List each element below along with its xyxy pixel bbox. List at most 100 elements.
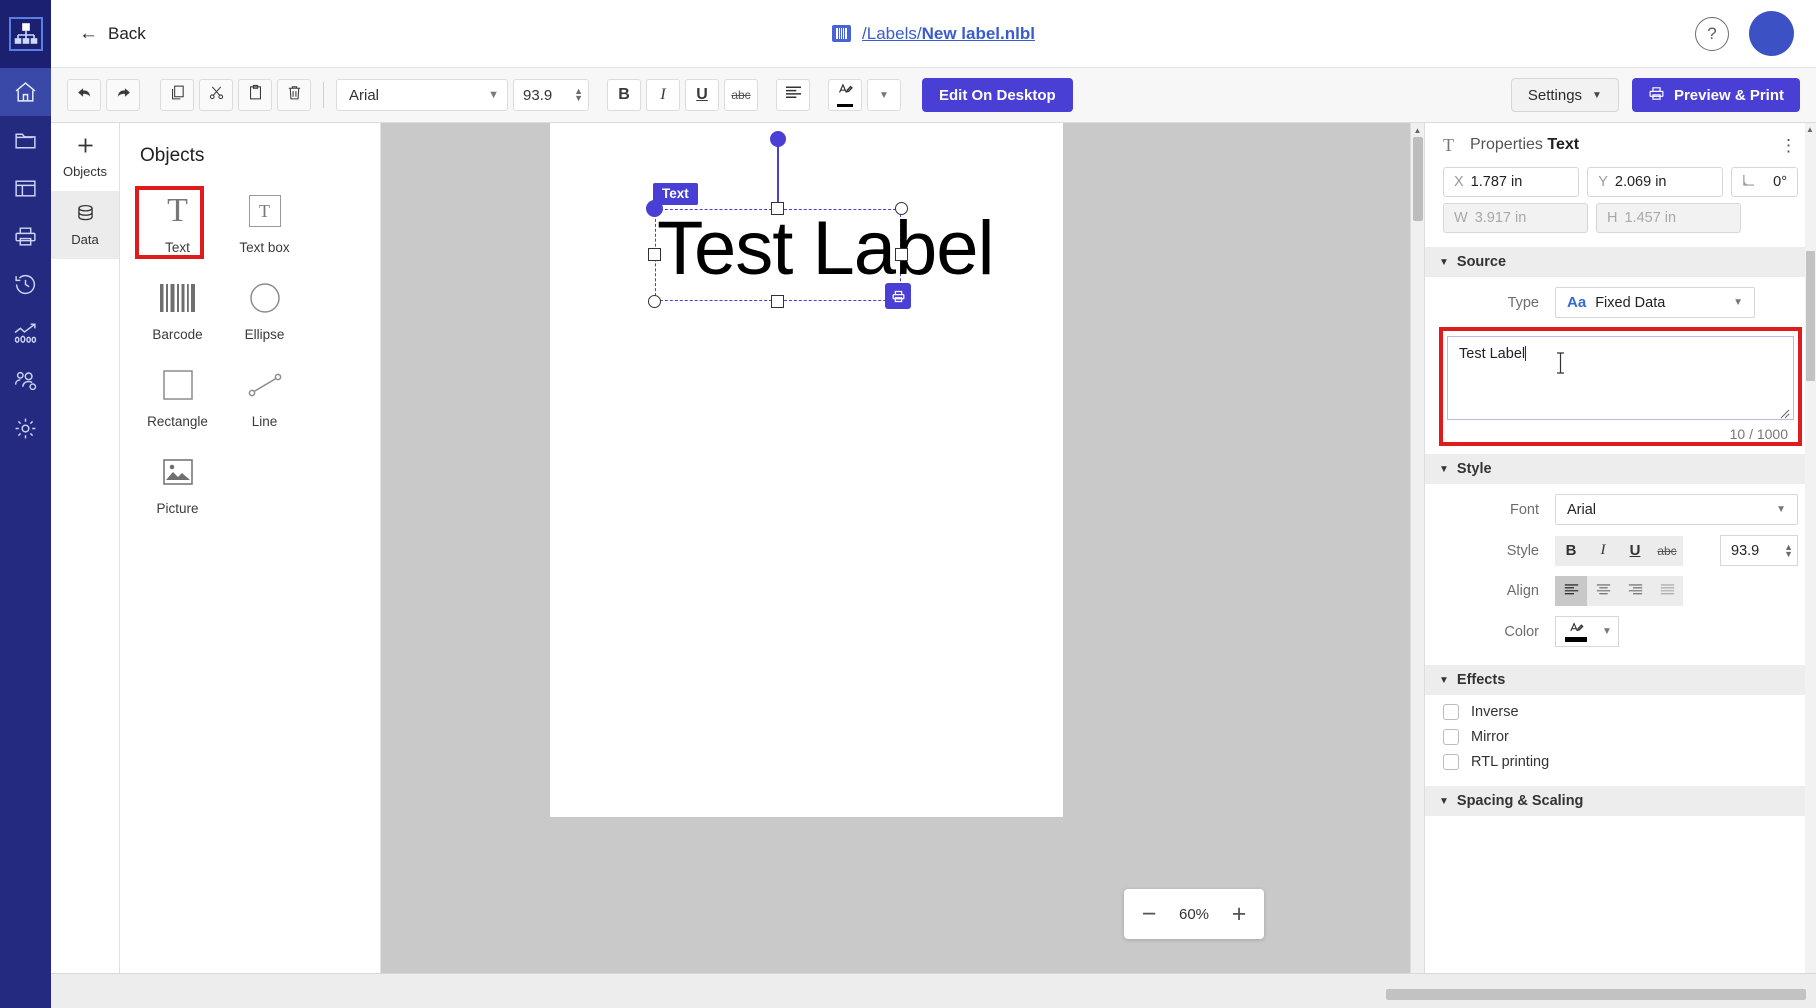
scrollbar-thumb[interactable] [1413, 137, 1423, 221]
align-center-button[interactable] [1587, 576, 1619, 606]
align-button[interactable] [776, 79, 810, 111]
x-position-field[interactable]: X 1.787 in [1443, 167, 1579, 197]
rtl-printing-checkbox[interactable] [1443, 754, 1459, 770]
text-color-dropdown[interactable]: ▼ [867, 79, 901, 111]
canvas-vertical-scrollbar[interactable]: ▲ [1410, 123, 1424, 973]
font-size-input[interactable]: 93.9 ▲ ▼ [1720, 535, 1798, 566]
strikethrough-button[interactable]: abc [724, 79, 758, 111]
font-family-select[interactable]: Arial ▼ [336, 79, 508, 111]
resize-handle-top[interactable] [771, 202, 784, 215]
resize-handle-top-right[interactable] [895, 202, 908, 215]
object-item-ellipse[interactable]: Ellipse [221, 276, 308, 342]
resize-handle-left[interactable] [648, 248, 661, 261]
strikethrough-toggle[interactable]: abc [1651, 536, 1683, 566]
scroll-up-icon[interactable]: ▲ [1411, 123, 1424, 137]
effect-mirror-row[interactable]: Mirror [1425, 720, 1816, 745]
sidebar-item-documents[interactable] [0, 116, 51, 164]
effect-inverse-row[interactable]: Inverse [1425, 695, 1816, 720]
object-item-picture[interactable]: Picture [134, 450, 221, 516]
inverse-checkbox[interactable] [1443, 704, 1459, 720]
font-size-stepper[interactable]: ▲ ▼ [1784, 544, 1793, 558]
label-canvas[interactable]: Test Label Text [381, 123, 1424, 973]
spacing-section-header[interactable]: ▼ Spacing & Scaling [1425, 786, 1816, 816]
copy-button[interactable] [160, 79, 194, 111]
object-item-line[interactable]: Line [221, 363, 308, 429]
zoom-out-button[interactable]: − [1132, 897, 1166, 931]
delete-button[interactable] [277, 79, 311, 111]
mirror-checkbox[interactable] [1443, 729, 1459, 745]
properties-scrollbar[interactable]: ▲ [1805, 123, 1816, 973]
resize-grip-icon[interactable] [1780, 407, 1790, 417]
sidebar-item-settings[interactable] [0, 404, 51, 452]
italic-button[interactable]: I [646, 79, 680, 111]
rotation-handle[interactable] [770, 131, 786, 147]
bold-toggle[interactable]: B [1555, 536, 1587, 566]
undo-button[interactable] [67, 79, 101, 111]
resize-handle-bottom[interactable] [771, 295, 784, 308]
rotation-field[interactable]: 0° [1731, 167, 1798, 197]
app-logo[interactable] [0, 0, 51, 68]
font-size-input[interactable]: 93.9 ▲ ▼ [513, 79, 589, 111]
back-button[interactable]: ← Back [73, 20, 152, 48]
sidebar-item-analytics[interactable] [0, 308, 51, 356]
document-path-link[interactable]: /Labels/New label.nlbl [862, 24, 1035, 44]
horizontal-scrollbar[interactable] [1386, 989, 1806, 1000]
sidebar-item-users[interactable] [0, 356, 51, 404]
avatar[interactable] [1749, 11, 1794, 56]
underline-button[interactable]: U [685, 79, 719, 111]
sidebar-item-history[interactable] [0, 260, 51, 308]
object-item-text-box-label: Text box [239, 240, 289, 255]
bold-button[interactable]: B [607, 79, 641, 111]
resize-handle-right[interactable] [895, 248, 908, 261]
serif-t-icon: T [156, 189, 200, 233]
sidebar-item-templates[interactable] [0, 164, 51, 212]
object-item-rectangle[interactable]: Rectangle [134, 363, 221, 429]
redo-button[interactable] [106, 79, 140, 111]
font-family-select[interactable]: Arial ▼ [1555, 494, 1798, 525]
anchor-point[interactable] [646, 200, 663, 217]
source-text-input[interactable]: Test Label [1447, 336, 1794, 420]
source-section-header[interactable]: ▼ Source [1425, 247, 1816, 277]
zoom-in-button[interactable]: + [1222, 897, 1256, 931]
scroll-up-icon[interactable]: ▲ [1806, 125, 1814, 134]
sidebar-item-home[interactable] [0, 68, 51, 116]
more-vertical-icon[interactable]: ⋮ [1780, 143, 1798, 148]
text-color-button[interactable] [828, 79, 862, 111]
scrollbar-thumb[interactable] [1806, 251, 1815, 381]
sidebar-item-print[interactable] [0, 212, 51, 260]
line-icon [243, 363, 287, 407]
cut-button[interactable] [199, 79, 233, 111]
arrow-left-icon: ← [79, 24, 98, 43]
print-object-badge[interactable] [885, 283, 911, 309]
database-icon [75, 203, 96, 227]
settings-button[interactable]: Settings ▼ [1511, 78, 1619, 112]
align-right-button[interactable] [1619, 576, 1651, 606]
style-section-header[interactable]: ▼ Style [1425, 454, 1816, 484]
italic-toggle[interactable]: I [1587, 536, 1619, 566]
label-paper[interactable]: Test Label Text [550, 123, 1063, 817]
object-item-barcode[interactable]: Barcode [134, 276, 221, 342]
help-button[interactable]: ? [1695, 17, 1729, 51]
source-type-select[interactable]: Aa Fixed Data ▼ [1555, 287, 1755, 318]
underline-toggle[interactable]: U [1619, 536, 1651, 566]
chevron-down-icon: ▼ [879, 90, 889, 101]
spacing-section-label: Spacing & Scaling [1457, 793, 1584, 809]
font-size-stepper[interactable]: ▲ ▼ [574, 88, 583, 102]
effect-rtl-row[interactable]: RTL printing [1425, 745, 1816, 770]
preview-print-button[interactable]: Preview & Print [1632, 78, 1800, 112]
align-justify-button[interactable] [1651, 576, 1683, 606]
edit-on-desktop-button[interactable]: Edit On Desktop [922, 78, 1073, 112]
align-left-button[interactable] [1555, 576, 1587, 606]
resize-handle-bottom-left[interactable] [648, 295, 661, 308]
text-color-picker[interactable]: ▼ [1555, 616, 1619, 647]
rail-tab-data[interactable]: Data [51, 191, 119, 259]
rail-tab-objects[interactable]: Objects [51, 123, 119, 191]
y-position-field[interactable]: Y 2.069 in [1587, 167, 1723, 197]
object-item-text-box[interactable]: T Text box [221, 189, 308, 255]
paste-button[interactable] [238, 79, 272, 111]
geometry-row-position: X 1.787 in Y 2.069 in 0° [1425, 167, 1816, 203]
document-title: /Labels/New label.nlbl [832, 24, 1035, 44]
object-item-text[interactable]: T Text [134, 189, 221, 255]
effects-section-header[interactable]: ▼ Effects [1425, 665, 1816, 695]
selected-text-object[interactable]: Test Label Text [655, 209, 901, 301]
